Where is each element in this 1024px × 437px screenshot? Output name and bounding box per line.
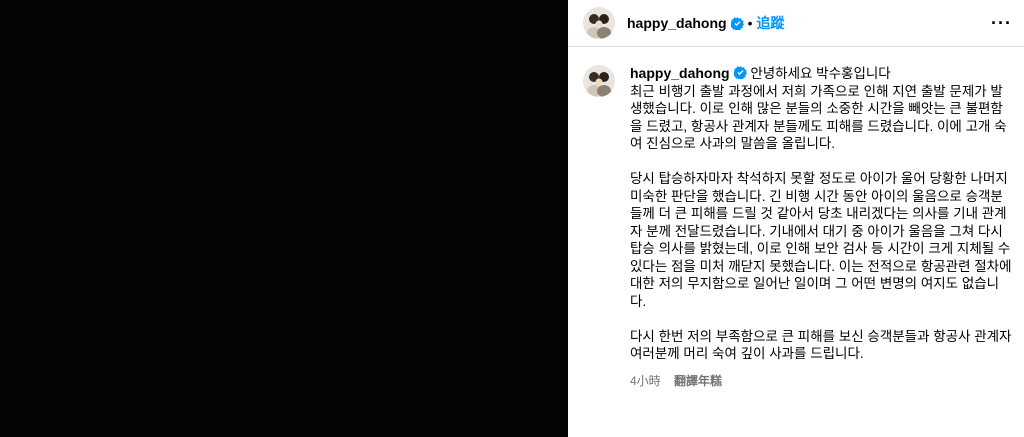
caption-meta: 4小時 翻譯年糕 — [630, 372, 1012, 389]
caption-text: happy_dahong 안녕하세요 박수홍입니다 최근 비행기 출발 과정에서… — [630, 65, 1012, 363]
post-side-panel: happy_dahong • 追蹤 ··· happy_dahong 안녕하세요… — [568, 0, 1024, 437]
follow-button[interactable]: 追蹤 — [756, 13, 784, 33]
verified-badge-icon — [733, 66, 747, 79]
post-header: happy_dahong • 追蹤 ··· — [568, 0, 1024, 47]
verified-badge-icon — [730, 16, 744, 30]
post-media[interactable] — [0, 0, 568, 437]
avatar[interactable] — [583, 7, 615, 39]
caption-greeting: 안녕하세요 박수홍입니다 — [750, 66, 891, 81]
more-options-icon[interactable]: ··· — [991, 13, 1012, 34]
caption-avatar[interactable] — [583, 65, 615, 97]
translate-button[interactable]: 翻譯年糕 — [674, 374, 722, 388]
post-username[interactable]: happy_dahong — [627, 15, 727, 31]
post-caption: happy_dahong 안녕하세요 박수홍입니다 최근 비행기 출발 과정에서… — [568, 47, 1024, 389]
caption-username[interactable]: happy_dahong — [630, 65, 730, 81]
timestamp[interactable]: 4小時 — [630, 374, 661, 388]
separator-dot: • — [747, 15, 753, 31]
caption-body: 최근 비행기 출발 과정에서 저희 가족으로 인해 지연 출발 문제가 발생했습… — [630, 83, 1012, 362]
instagram-post-view: happy_dahong • 追蹤 ··· happy_dahong 안녕하세요… — [0, 0, 1024, 437]
